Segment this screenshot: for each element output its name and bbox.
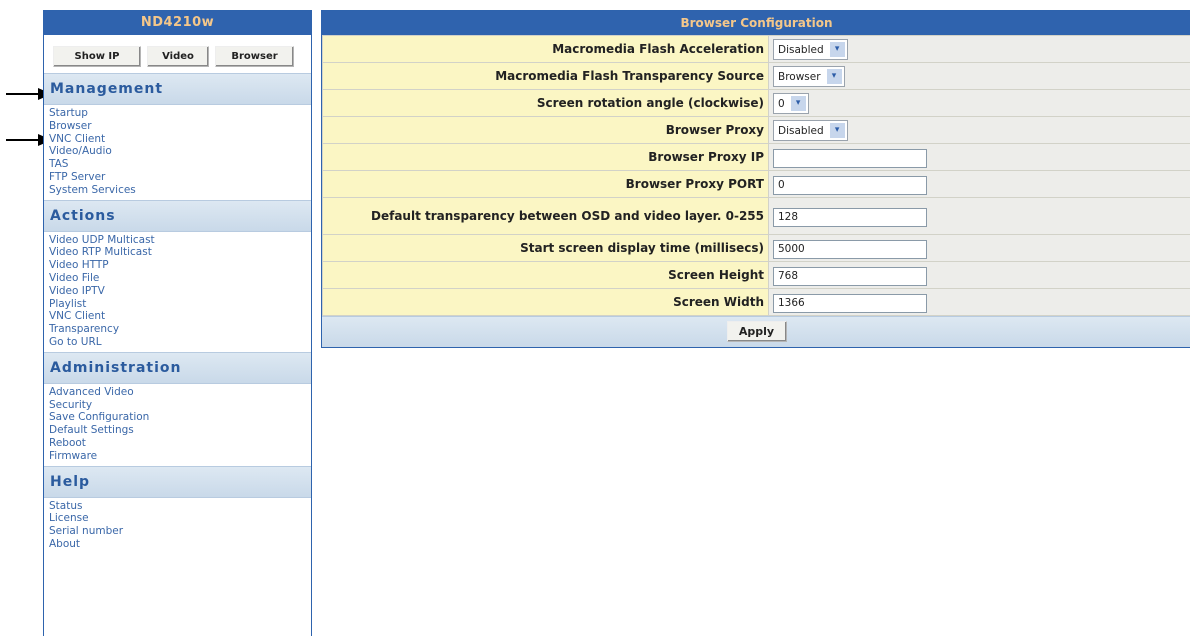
sidebar-link-advanced-video[interactable]: Advanced Video <box>49 386 311 399</box>
chevron-down-icon[interactable]: ▾ <box>830 42 845 57</box>
field-label-screen-rotation-angle-clockwise: Screen rotation angle (clockwise) <box>323 90 769 117</box>
screen-width-input[interactable] <box>773 294 927 313</box>
sidebar-link-video-rtp-multicast[interactable]: Video RTP Multicast <box>49 246 311 259</box>
sidebar-link-system-services[interactable]: System Services <box>49 184 311 197</box>
sidebar-link-video-audio[interactable]: Video/Audio <box>49 145 311 158</box>
apply-bar: Apply <box>322 316 1190 347</box>
field-label-browser-proxy: Browser Proxy <box>323 117 769 144</box>
sidebar-link-playlist[interactable]: Playlist <box>49 298 311 311</box>
select-value: 0 <box>778 98 785 110</box>
select-value: Disabled <box>778 125 824 137</box>
sidebar-link-vnc-client[interactable]: VNC Client <box>49 310 311 323</box>
config-row: Start screen display time (millisecs) <box>323 235 1190 262</box>
sidebar-link-transparency[interactable]: Transparency <box>49 323 311 336</box>
sidebar-link-serial-number[interactable]: Serial number <box>49 525 311 538</box>
sidebar-link-about[interactable]: About <box>49 538 311 551</box>
section-links-management: StartupBrowserVNC ClientVideo/AudioTASFT… <box>44 105 311 200</box>
chevron-down-icon[interactable]: ▾ <box>830 123 845 138</box>
section-header-help: Help <box>44 466 311 498</box>
sidebar-link-go-to-url[interactable]: Go to URL <box>49 336 311 349</box>
section-header-administration: Administration <box>44 352 311 384</box>
config-row: Browser Proxy IP <box>323 144 1190 171</box>
select-value: Disabled <box>778 44 824 56</box>
sidebar-link-startup[interactable]: Startup <box>49 107 311 120</box>
quick-buttons: Show IP Video Browser <box>44 35 311 73</box>
apply-button[interactable]: Apply <box>727 321 787 342</box>
config-row: Screen rotation angle (clockwise)0▾ <box>323 90 1190 117</box>
config-row: Macromedia Flash Acceleration Disabled ▾ <box>323 36 1190 63</box>
section-links-help: StatusLicenseSerial numberAbout <box>44 498 311 554</box>
section-links-actions: Video UDP MulticastVideo RTP MulticastVi… <box>44 232 311 352</box>
sidebar-link-ftp-server[interactable]: FTP Server <box>49 171 311 184</box>
page-title: Browser Configuration <box>322 11 1190 35</box>
sidebar-link-video-http[interactable]: Video HTTP <box>49 259 311 272</box>
config-row: Screen Width <box>323 289 1190 316</box>
show-ip-button[interactable]: Show IP <box>53 46 141 67</box>
screen-rotation-angle-clockwise-select[interactable]: 0▾ <box>773 93 809 114</box>
field-label-screen-height: Screen Height <box>323 262 769 289</box>
field-value-cell <box>769 144 1190 171</box>
device-name: ND4210w <box>44 11 311 35</box>
browser-proxy-ip-input[interactable] <box>773 149 927 168</box>
sidebar-link-status[interactable]: Status <box>49 500 311 513</box>
sidebar: ND4210w Show IP Video Browser Management… <box>43 10 312 636</box>
chevron-down-icon[interactable]: ▾ <box>827 69 842 84</box>
macromedia-flash-acceleration-select[interactable]: Disabled ▾ <box>773 39 848 60</box>
field-value-cell: Disabled ▾ <box>769 117 1190 144</box>
config-row: Macromedia Flash Transparency SourceBrow… <box>323 63 1190 90</box>
field-label-screen-width: Screen Width <box>323 289 769 316</box>
config-row: Default transparency between OSD and vid… <box>323 198 1190 235</box>
chevron-down-icon[interactable]: ▾ <box>791 96 806 111</box>
sidebar-link-video-udp-multicast[interactable]: Video UDP Multicast <box>49 234 311 247</box>
sidebar-sections: ManagementStartupBrowserVNC ClientVideo/… <box>44 73 311 554</box>
default-transparency-between-osd-and-video-layer-0-255-input[interactable] <box>773 208 927 227</box>
sidebar-link-vnc-client[interactable]: VNC Client <box>49 133 311 146</box>
field-label-default-transparency-between-osd-and-video-layer-0-255: Default transparency between OSD and vid… <box>323 198 769 235</box>
sidebar-link-security[interactable]: Security <box>49 399 311 412</box>
section-links-administration: Advanced VideoSecuritySave Configuration… <box>44 384 311 466</box>
field-value-cell: 0▾ <box>769 90 1190 117</box>
config-row: Browser Proxy Disabled ▾ <box>323 117 1190 144</box>
field-value-cell <box>769 289 1190 316</box>
field-label-browser-proxy-ip: Browser Proxy IP <box>323 144 769 171</box>
video-button[interactable]: Video <box>147 46 209 67</box>
sidebar-link-video-iptv[interactable]: Video IPTV <box>49 285 311 298</box>
sidebar-link-video-file[interactable]: Video File <box>49 272 311 285</box>
screen-height-input[interactable] <box>773 267 927 286</box>
start-screen-display-time-millisecs-input[interactable] <box>773 240 927 259</box>
field-label-browser-proxy-port: Browser Proxy PORT <box>323 171 769 198</box>
field-value-cell <box>769 262 1190 289</box>
config-row: Browser Proxy PORT <box>323 171 1190 198</box>
field-value-cell <box>769 171 1190 198</box>
macromedia-flash-transparency-source-select[interactable]: Browser ▾ <box>773 66 845 87</box>
sidebar-link-tas[interactable]: TAS <box>49 158 311 171</box>
browser-button[interactable]: Browser <box>215 46 294 67</box>
sidebar-link-reboot[interactable]: Reboot <box>49 437 311 450</box>
field-label-start-screen-display-time-millisecs: Start screen display time (millisecs) <box>323 235 769 262</box>
sidebar-link-license[interactable]: License <box>49 512 311 525</box>
browser-configuration-panel: Browser Configuration Macromedia Flash A… <box>321 10 1190 348</box>
field-value-cell: Browser ▾ <box>769 63 1190 90</box>
section-header-management: Management <box>44 73 311 105</box>
field-value-cell: Disabled ▾ <box>769 36 1190 63</box>
sidebar-link-default-settings[interactable]: Default Settings <box>49 424 311 437</box>
config-row: Screen Height <box>323 262 1190 289</box>
browser-proxy-port-input[interactable] <box>773 176 927 195</box>
config-table: Macromedia Flash AccelerationDisabled▾Ma… <box>322 35 1190 316</box>
sidebar-link-save-configuration[interactable]: Save Configuration <box>49 411 311 424</box>
field-label-macromedia-flash-transparency-source: Macromedia Flash Transparency Source <box>323 63 769 90</box>
sidebar-link-browser[interactable]: Browser <box>49 120 311 133</box>
field-label-macromedia-flash-acceleration: Macromedia Flash Acceleration <box>323 36 769 63</box>
browser-proxy-select[interactable]: Disabled ▾ <box>773 120 848 141</box>
field-value-cell <box>769 198 1190 235</box>
select-value: Browser <box>778 71 821 83</box>
field-value-cell <box>769 235 1190 262</box>
sidebar-link-firmware[interactable]: Firmware <box>49 450 311 463</box>
section-header-actions: Actions <box>44 200 311 232</box>
